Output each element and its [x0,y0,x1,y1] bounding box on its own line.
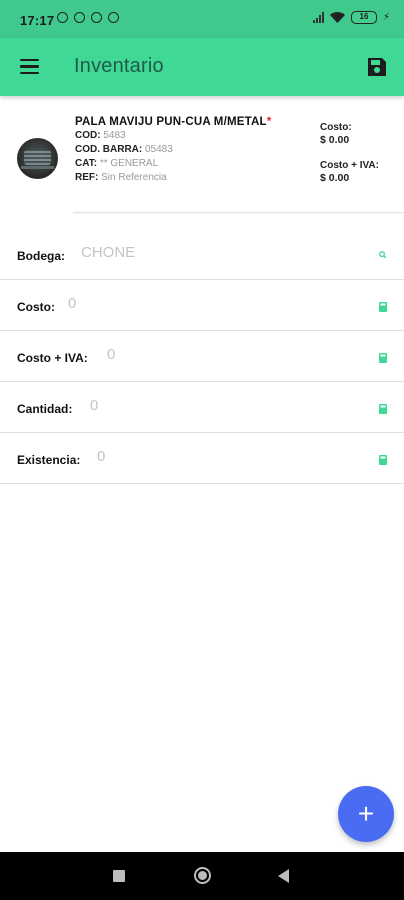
divider [73,212,404,213]
home-button[interactable] [173,852,233,900]
whatsapp-icon [91,12,102,23]
product-name-text: PALA MAVIJU PUN-CUA M/METAL [75,116,267,128]
product-category-label: CAT: [75,158,98,169]
bodega-field[interactable]: CHONE [81,244,135,261]
sync-icon [108,12,119,23]
charging-icon: ⚡ [382,12,390,23]
whatsapp-icon [74,12,85,23]
product-info: PALA MAVIJU PUN-CUA M/METAL* COD: 5483 C… [75,116,305,185]
existencia-label: Existencia: [17,453,81,467]
product-code-value: 5483 [103,130,126,141]
page-title: Inventario [74,55,164,77]
battery-level: 16 [359,12,369,21]
back-button[interactable] [256,852,316,900]
home-icon [194,867,211,884]
cost-iva-label: Costo + IVA: [320,160,379,171]
add-button[interactable]: + [338,786,394,842]
recents-button[interactable] [89,852,149,900]
system-icons: 16 ⚡ [312,11,390,24]
status-bar: 17:17 16 ⚡ [0,0,404,38]
battery-icon: 16 [350,11,377,24]
signal-icon [312,12,324,23]
costo-iva-label: Costo + IVA: [17,351,88,365]
costo-row[interactable]: Costo: 0 [0,280,404,331]
costo-field[interactable]: 0 [68,295,76,312]
product-image [17,138,58,179]
calculator-icon[interactable] [379,353,387,363]
save-icon[interactable] [366,56,388,78]
product-category-value: ** GENERAL [99,158,159,169]
product-barcode: COD. BARRA: 05483 [75,143,305,157]
product-reference-value: Sin Referencia [101,172,167,183]
system-nav-bar [0,852,404,900]
calculator-icon[interactable] [379,404,387,414]
product-code-label: COD: [75,130,101,141]
product-reference: REF: Sin Referencia [75,171,305,185]
product-card: PALA MAVIJU PUN-CUA M/METAL* COD: 5483 C… [0,96,404,214]
wifi-icon [329,12,345,23]
menu-icon[interactable] [20,59,39,74]
calculator-icon[interactable] [379,455,387,465]
recents-icon [113,870,125,882]
calculator-icon[interactable] [379,302,387,312]
product-name: PALA MAVIJU PUN-CUA M/METAL* [75,116,305,129]
cantidad-row[interactable]: Cantidad: 0 [0,382,404,433]
existencia-field[interactable]: 0 [97,448,105,465]
product-reference-label: REF: [75,172,99,183]
costo-label: Costo: [17,300,55,314]
alarm-icon [57,12,68,23]
required-mark: * [266,116,272,128]
costo-iva-row[interactable]: Costo + IVA: 0 [0,331,404,382]
bodega-row[interactable]: Bodega: CHONE [0,229,404,280]
product-code: COD: 5483 [75,129,305,143]
app-bar: Inventario [0,38,404,96]
bodega-label: Bodega: [17,249,65,263]
notification-icons [57,12,119,23]
search-icon[interactable] [378,251,387,260]
plus-icon: + [357,798,375,829]
back-icon [278,869,289,883]
cost-iva-value: $ 0.00 [320,172,350,184]
costo-iva-field[interactable]: 0 [107,346,115,363]
product-barcode-label: COD. BARRA: [75,144,143,155]
product-barcode-value: 05483 [145,144,173,155]
cost-label: Costo: [320,122,352,133]
cantidad-label: Cantidad: [17,402,73,416]
cantidad-field[interactable]: 0 [90,397,98,414]
price-summary: Costo: $ 0.00 Costo + IVA: $ 0.00 [320,122,379,198]
existencia-row[interactable]: Existencia: 0 [0,433,404,484]
cost-value: $ 0.00 [320,134,350,146]
product-category: CAT: ** GENERAL [75,157,305,171]
status-time: 17:17 [20,13,55,28]
